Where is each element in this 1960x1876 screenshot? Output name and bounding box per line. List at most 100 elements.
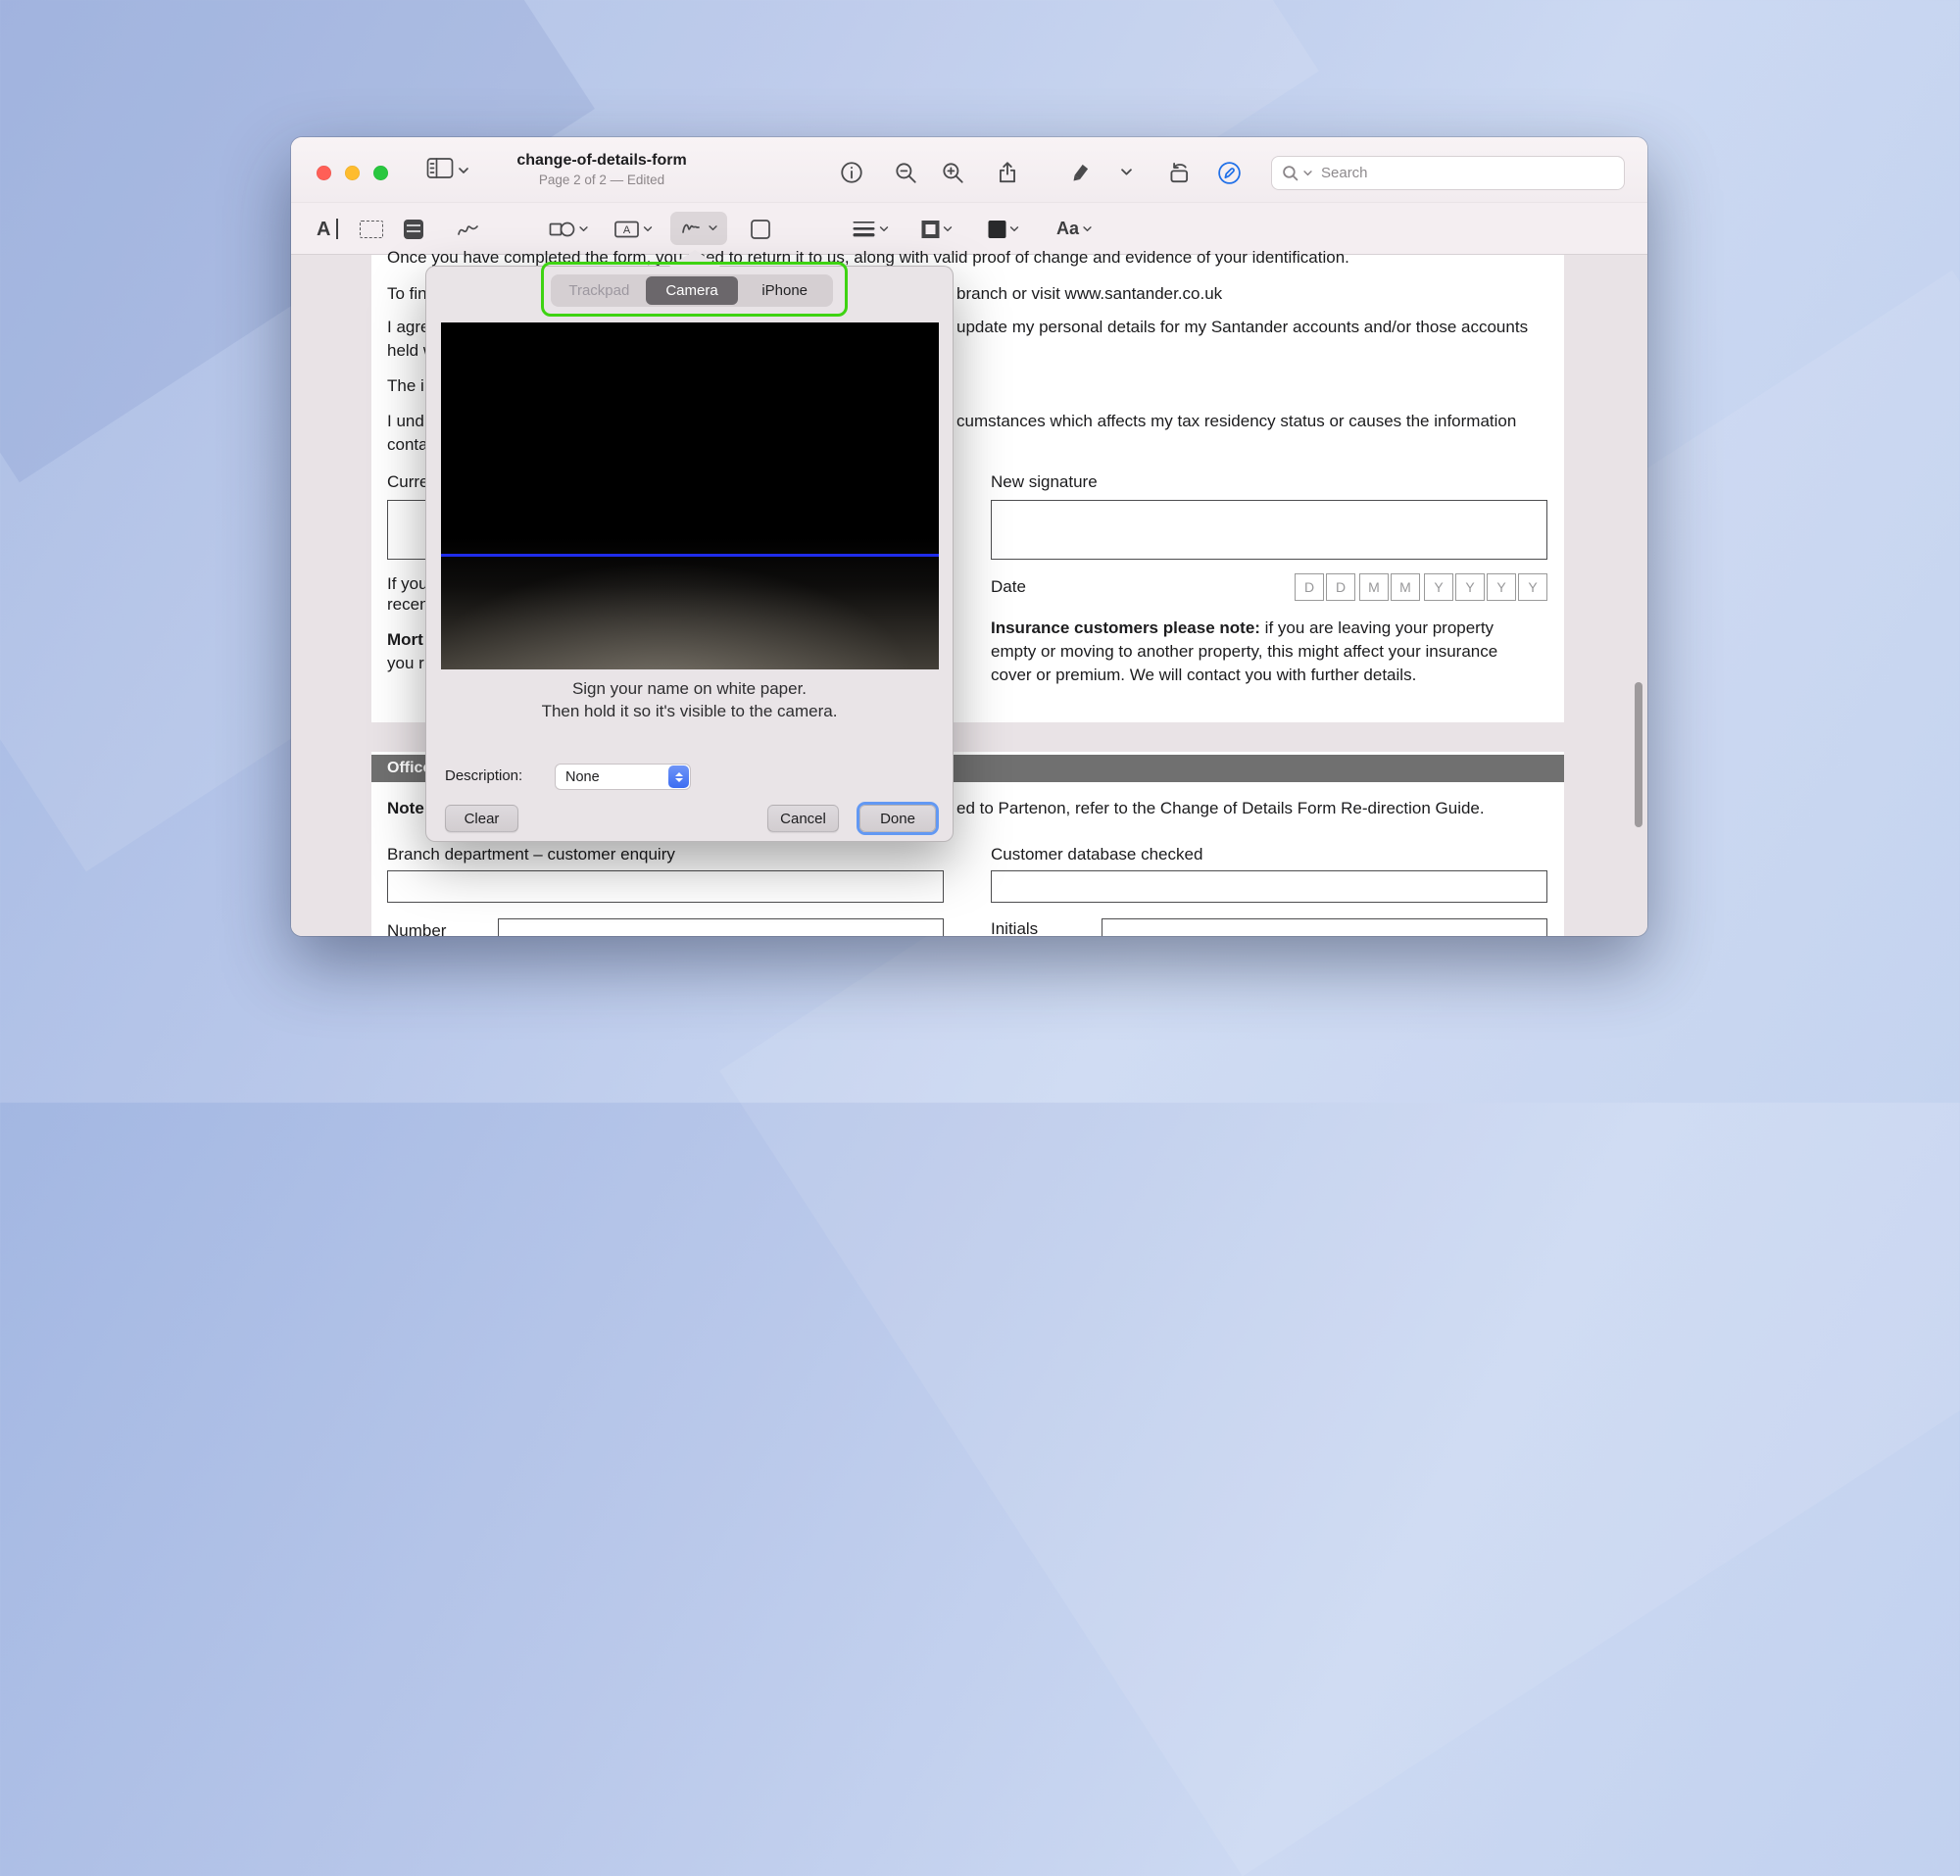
sketch-tool[interactable] xyxy=(457,213,480,245)
chevron-down-icon xyxy=(1010,226,1019,232)
shapes-icon xyxy=(549,220,575,239)
svg-text:A: A xyxy=(623,224,631,236)
minimize-button[interactable] xyxy=(345,166,360,180)
doc-text: To fin xyxy=(387,284,427,304)
doc-text: cumstances which affects my tax residenc… xyxy=(956,412,1516,431)
branch-department-field xyxy=(387,870,944,903)
date-box: Y xyxy=(1455,573,1485,601)
rotate-left-icon xyxy=(1166,160,1192,185)
chevron-down-icon xyxy=(880,226,889,232)
page-title: change-of-details-form xyxy=(445,152,759,170)
insurance-note: cover or premium. We will contact you wi… xyxy=(991,666,1416,685)
chevron-down-icon xyxy=(579,226,588,232)
doc-text: If you xyxy=(387,574,428,594)
border-color-icon xyxy=(922,221,940,238)
chevron-down-icon xyxy=(1121,169,1132,176)
zoom-out-icon xyxy=(893,160,918,185)
sign-tool[interactable] xyxy=(670,212,727,245)
customer-database-field xyxy=(991,870,1547,903)
date-box: Y xyxy=(1487,573,1516,601)
note-icon xyxy=(750,219,771,240)
insurance-note: Insurance customers please note: if you … xyxy=(991,618,1494,638)
selection-rect-icon xyxy=(360,221,383,238)
instruction-text: Sign your name on white paper. xyxy=(426,679,953,699)
highlight-button[interactable] xyxy=(1061,158,1099,187)
text-style-tool[interactable]: Aa xyxy=(1056,213,1092,245)
info-button[interactable] xyxy=(833,158,870,187)
number-label: Number xyxy=(387,921,446,936)
search-input[interactable]: Search xyxy=(1271,156,1625,190)
zoom-in-button[interactable] xyxy=(934,158,971,187)
annotation-highlight-box xyxy=(541,262,848,317)
signature-icon xyxy=(681,220,705,237)
text-box-tool[interactable]: A xyxy=(614,213,653,245)
search-placeholder: Search xyxy=(1321,165,1368,181)
shape-style-tool[interactable] xyxy=(853,213,889,245)
shapes-tool[interactable] xyxy=(549,213,588,245)
preview-window: change-of-details-form Page 2 of 2 — Edi… xyxy=(291,137,1647,936)
chevron-down-icon xyxy=(1083,226,1092,232)
border-color-tool[interactable] xyxy=(922,213,953,245)
initials-label: Initials xyxy=(991,919,1038,936)
page-subtitle: Page 2 of 2 — Edited xyxy=(445,173,759,187)
markup-toolbar-toggle[interactable] xyxy=(1210,158,1248,187)
vertical-scrollbar[interactable] xyxy=(1635,682,1642,827)
chevron-down-icon xyxy=(709,225,717,231)
date-box: D xyxy=(1326,573,1355,601)
clear-button[interactable]: Clear xyxy=(445,805,518,832)
new-signature-label: New signature xyxy=(991,472,1098,492)
branch-department-label: Branch department – customer enquiry xyxy=(387,845,675,864)
cancel-button[interactable]: Cancel xyxy=(767,805,839,832)
date-box: M xyxy=(1391,573,1420,601)
text-style-icon: Aa xyxy=(1056,219,1079,239)
doc-text: Once you have completed the form, you ne… xyxy=(387,248,1349,268)
date-box: M xyxy=(1359,573,1389,601)
date-label: Date xyxy=(991,577,1026,597)
description-label: Description: xyxy=(445,767,522,784)
search-icon xyxy=(1282,165,1298,181)
description-select[interactable]: None xyxy=(555,764,691,790)
signature-popover: Trackpad Camera iPhone Sign your name on… xyxy=(425,266,954,842)
chevron-down-icon xyxy=(644,226,653,232)
highlight-menu-button[interactable] xyxy=(1117,158,1135,187)
share-icon xyxy=(995,160,1020,185)
new-signature-box xyxy=(991,500,1547,560)
share-button[interactable] xyxy=(989,158,1026,187)
rectangular-selection-tool[interactable] xyxy=(360,213,383,245)
markup-pen-icon xyxy=(1216,160,1243,186)
date-box: Y xyxy=(1518,573,1547,601)
info-icon xyxy=(839,160,864,185)
chevron-down-icon xyxy=(1303,171,1312,176)
redact-icon xyxy=(404,220,423,239)
doc-text: recen xyxy=(387,595,429,615)
line-weight-icon xyxy=(853,220,876,238)
date-box: D xyxy=(1295,573,1324,601)
camera-preview xyxy=(441,322,939,669)
doc-text: you r xyxy=(387,654,424,673)
customer-database-label: Customer database checked xyxy=(991,845,1202,864)
done-button[interactable]: Done xyxy=(859,805,936,832)
text-selection-tool[interactable]: A xyxy=(317,213,338,245)
zoom-in-icon xyxy=(940,160,965,185)
date-box: Y xyxy=(1424,573,1453,601)
signature-baseline xyxy=(441,554,939,557)
rotate-button[interactable] xyxy=(1160,158,1198,187)
marker-icon xyxy=(1067,160,1093,185)
description-value: None xyxy=(556,769,668,785)
window-title-block: change-of-details-form Page 2 of 2 — Edi… xyxy=(445,152,759,187)
doc-text: The i xyxy=(387,376,424,396)
fill-color-tool[interactable] xyxy=(989,213,1019,245)
text-cursor-icon xyxy=(336,219,338,239)
popup-stepper-icon xyxy=(668,765,689,788)
close-button[interactable] xyxy=(317,166,331,180)
current-signature-label: Curre xyxy=(387,472,429,492)
insurance-note: empty or moving to another property, thi… xyxy=(991,642,1497,662)
note-tool[interactable] xyxy=(750,213,771,245)
titlebar: change-of-details-form Page 2 of 2 — Edi… xyxy=(291,137,1647,203)
redact-tool[interactable] xyxy=(404,213,423,245)
text-box-icon: A xyxy=(614,220,640,239)
zoom-window-button[interactable] xyxy=(373,166,388,180)
zoom-out-button[interactable] xyxy=(887,158,924,187)
fill-color-icon xyxy=(989,221,1006,238)
doc-text: Note xyxy=(387,799,424,818)
